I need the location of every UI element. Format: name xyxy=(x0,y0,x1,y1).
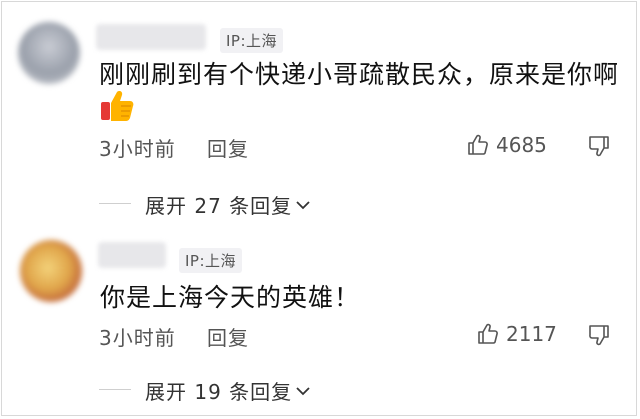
like-count: 4685 xyxy=(496,133,547,157)
chevron-down-icon xyxy=(296,200,310,209)
thumbs-down-icon[interactable] xyxy=(587,134,611,158)
ip-location-label: IP:上海 xyxy=(179,248,243,273)
divider xyxy=(99,389,131,390)
username-redacted[interactable] xyxy=(96,24,206,50)
like-count: 2117 xyxy=(506,322,557,346)
thumbs-up-emoji-icon xyxy=(101,91,134,121)
comment-item: IP:上海 你是上海今天的英雄！ 3小时前 回复 2117 展开 19 条回复 xyxy=(0,230,640,415)
comment-text[interactable]: 你是上海今天的英雄！ xyxy=(100,278,360,314)
ip-location-label: IP:上海 xyxy=(220,28,284,53)
comment-time: 3小时前 xyxy=(99,326,176,350)
username-redacted[interactable] xyxy=(98,242,166,268)
thumbs-up-icon xyxy=(478,323,498,344)
expand-replies-button[interactable]: 展开 27 条回复 xyxy=(145,190,312,219)
divider xyxy=(99,203,131,204)
avatar[interactable] xyxy=(20,240,82,302)
comment-text[interactable]: 刚刚刷到有个快递小哥疏散民众，原来是你啊 xyxy=(99,55,619,91)
comment-item: IP:上海 刚刚刷到有个快递小哥疏散民众，原来是你啊 3小时前 回复 4685 … xyxy=(0,0,640,225)
expand-replies-button[interactable]: 展开 19 条回复 xyxy=(145,376,312,405)
comment-time: 3小时前 xyxy=(99,137,176,161)
thumbs-down-icon[interactable] xyxy=(587,323,611,347)
like-button[interactable]: 2117 xyxy=(476,322,557,346)
chevron-down-icon xyxy=(296,386,310,395)
reply-button[interactable]: 回复 xyxy=(207,322,249,351)
reply-button[interactable]: 回复 xyxy=(207,133,249,162)
thumbs-up-icon xyxy=(468,134,488,155)
expand-replies-label: 展开 27 条回复 xyxy=(145,194,293,218)
like-button[interactable]: 4685 xyxy=(466,133,547,157)
avatar[interactable] xyxy=(18,22,80,84)
expand-replies-label: 展开 19 条回复 xyxy=(145,380,293,404)
